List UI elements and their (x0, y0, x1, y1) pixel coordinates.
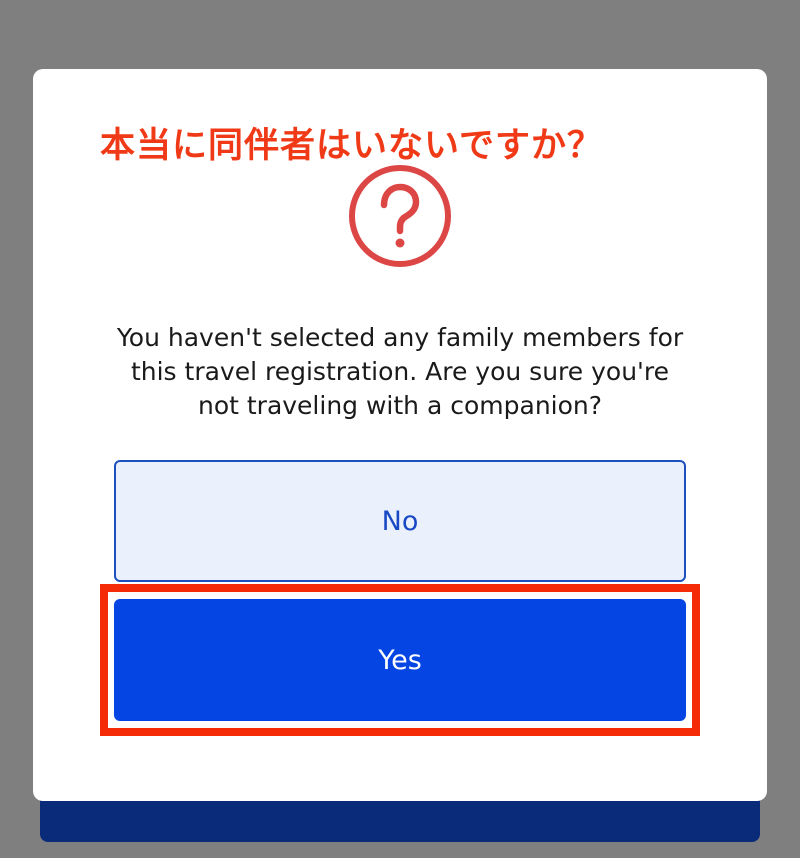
no-button[interactable]: No (114, 460, 686, 582)
yes-button[interactable]: Yes (114, 599, 686, 721)
question-circle-icon (349, 165, 451, 267)
no-button-label: No (381, 505, 419, 537)
yes-button-label: Yes (378, 644, 422, 676)
confirmation-dialog: 本当に同伴者はいないですか？ You haven't selected any … (33, 69, 767, 801)
annotation-title: 本当に同伴者はいないですか？ (100, 126, 603, 166)
dialog-message: You haven't selected any family members … (116, 323, 684, 420)
